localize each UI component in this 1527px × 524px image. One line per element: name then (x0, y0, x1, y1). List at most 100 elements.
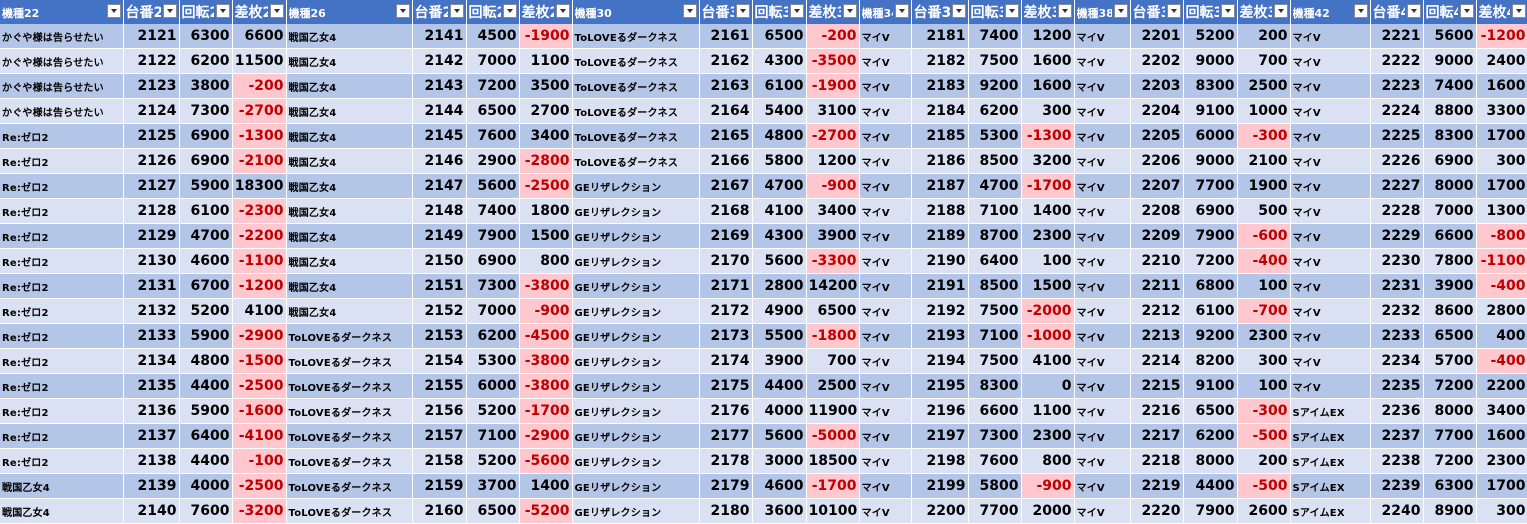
machine-number-cell[interactable]: 2163 (699, 73, 753, 99)
model-name-cell[interactable]: GEリザレクション (572, 198, 700, 224)
column-header[interactable]: 差枚34 (1021, 0, 1075, 24)
model-name-cell[interactable]: マイV (1074, 273, 1131, 299)
model-name-cell[interactable]: マイV (1290, 298, 1371, 324)
spins-cell[interactable]: 5200 (466, 398, 520, 424)
model-name-cell[interactable]: マイV (1290, 98, 1371, 124)
spins-cell[interactable]: 6500 (752, 24, 807, 49)
spins-cell[interactable]: 6900 (466, 248, 520, 274)
spins-cell[interactable]: 6700 (179, 273, 233, 299)
machine-number-cell[interactable]: 2214 (1130, 348, 1184, 374)
model-name-cell[interactable]: GEリザレクション (572, 473, 700, 499)
machine-number-cell[interactable]: 2229 (1370, 223, 1424, 249)
diff-cell[interactable]: 2300 (1476, 448, 1527, 474)
diff-cell[interactable]: -800 (1476, 223, 1527, 249)
diff-cell[interactable]: 18500 (806, 448, 860, 474)
machine-number-cell[interactable]: 2208 (1130, 198, 1184, 224)
machine-number-cell[interactable]: 2158 (412, 448, 467, 474)
machine-number-cell[interactable]: 2147 (412, 173, 467, 199)
model-name-cell[interactable]: マイV (859, 98, 912, 124)
spins-cell[interactable]: 5600 (752, 423, 807, 449)
diff-cell[interactable]: 1900 (1237, 173, 1291, 199)
diff-cell[interactable]: 4100 (232, 298, 287, 324)
spins-cell[interactable]: 7900 (1183, 498, 1238, 524)
diff-cell[interactable]: -4100 (232, 423, 287, 449)
spins-cell[interactable]: 9000 (1183, 148, 1238, 174)
machine-number-cell[interactable]: 2222 (1370, 48, 1424, 74)
diff-cell[interactable]: 14200 (806, 273, 860, 299)
machine-number-cell[interactable]: 2148 (412, 198, 467, 224)
model-name-cell[interactable]: 戦国乙女4 (0, 498, 124, 524)
spins-cell[interactable]: 6500 (1183, 398, 1238, 424)
filter-dropdown-icon[interactable] (894, 4, 909, 18)
model-name-cell[interactable]: マイV (859, 73, 912, 99)
model-name-cell[interactable]: マイV (859, 448, 912, 474)
spins-cell[interactable]: 6100 (179, 198, 233, 224)
model-name-cell[interactable]: マイV (1074, 98, 1131, 124)
spins-cell[interactable]: 5200 (179, 298, 233, 324)
diff-cell[interactable]: -500 (1237, 423, 1291, 449)
spins-cell[interactable]: 7400 (968, 24, 1022, 49)
filter-dropdown-icon[interactable] (1273, 4, 1288, 18)
diff-cell[interactable]: -2500 (232, 373, 287, 399)
diff-cell[interactable]: -2300 (232, 198, 287, 224)
spins-cell[interactable]: 8800 (1423, 98, 1477, 124)
spins-cell[interactable]: 4000 (179, 473, 233, 499)
machine-number-cell[interactable]: 2181 (911, 24, 969, 49)
machine-number-cell[interactable]: 2133 (123, 323, 180, 349)
model-name-cell[interactable]: マイV (859, 498, 912, 524)
diff-cell[interactable]: 1500 (519, 223, 573, 249)
spins-cell[interactable]: 4400 (179, 373, 233, 399)
diff-cell[interactable]: -3500 (806, 48, 860, 74)
filter-dropdown-icon[interactable] (395, 4, 410, 18)
spins-cell[interactable]: 7500 (968, 298, 1022, 324)
machine-number-cell[interactable]: 2149 (412, 223, 467, 249)
machine-number-cell[interactable]: 2215 (1130, 373, 1184, 399)
diff-cell[interactable]: 2600 (1237, 498, 1291, 524)
diff-cell[interactable]: -2900 (232, 323, 287, 349)
model-name-cell[interactable]: ToLOVEるダークネス (572, 73, 700, 99)
column-header[interactable]: 差枚30 (806, 0, 860, 24)
model-name-cell[interactable]: マイV (1290, 24, 1371, 49)
model-name-cell[interactable]: マイV (1074, 473, 1131, 499)
spins-cell[interactable]: 6000 (466, 373, 520, 399)
diff-cell[interactable]: -1500 (232, 348, 287, 374)
machine-number-cell[interactable]: 2190 (911, 248, 969, 274)
machine-number-cell[interactable]: 2209 (1130, 223, 1184, 249)
diff-cell[interactable]: -2700 (232, 98, 287, 124)
machine-number-cell[interactable]: 2169 (699, 223, 753, 249)
machine-number-cell[interactable]: 2233 (1370, 323, 1424, 349)
diff-cell[interactable]: -5600 (519, 448, 573, 474)
machine-number-cell[interactable]: 2196 (911, 398, 969, 424)
spins-cell[interactable]: 5400 (752, 98, 807, 124)
diff-cell[interactable]: 2300 (1021, 423, 1075, 449)
model-name-cell[interactable]: ToLOVEるダークネス (572, 148, 700, 174)
model-name-cell[interactable]: GEリザレクション (572, 373, 700, 399)
model-name-cell[interactable]: マイV (859, 148, 912, 174)
machine-number-cell[interactable]: 2153 (412, 323, 467, 349)
spins-cell[interactable]: 6200 (466, 323, 520, 349)
machine-number-cell[interactable]: 2194 (911, 348, 969, 374)
model-name-cell[interactable]: ToLOVEるダークネス (286, 398, 413, 424)
model-name-cell[interactable]: マイV (1074, 323, 1131, 349)
machine-number-cell[interactable]: 2210 (1130, 248, 1184, 274)
machine-number-cell[interactable]: 2139 (123, 473, 180, 499)
model-name-cell[interactable]: 戦国乙女4 (286, 198, 413, 224)
machine-number-cell[interactable]: 2121 (123, 24, 180, 49)
spins-cell[interactable]: 6000 (1183, 123, 1238, 149)
spins-cell[interactable]: 9200 (968, 73, 1022, 99)
model-name-cell[interactable]: Re:ゼロ2 (0, 273, 124, 299)
filter-dropdown-icon[interactable] (106, 4, 121, 18)
spins-cell[interactable]: 4600 (752, 473, 807, 499)
machine-number-cell[interactable]: 2136 (123, 398, 180, 424)
spins-cell[interactable]: 4700 (968, 173, 1022, 199)
spins-cell[interactable]: 7300 (179, 98, 233, 124)
diff-cell[interactable]: 6500 (806, 298, 860, 324)
diff-cell[interactable]: 100 (1021, 248, 1075, 274)
diff-cell[interactable]: -1700 (806, 473, 860, 499)
spins-cell[interactable]: 8300 (1423, 123, 1477, 149)
spins-cell[interactable]: 9000 (1183, 48, 1238, 74)
model-name-cell[interactable]: マイV (859, 123, 912, 149)
spins-cell[interactable]: 7600 (466, 123, 520, 149)
diff-cell[interactable]: 10100 (806, 498, 860, 524)
column-header[interactable]: 台番30 (699, 0, 753, 24)
